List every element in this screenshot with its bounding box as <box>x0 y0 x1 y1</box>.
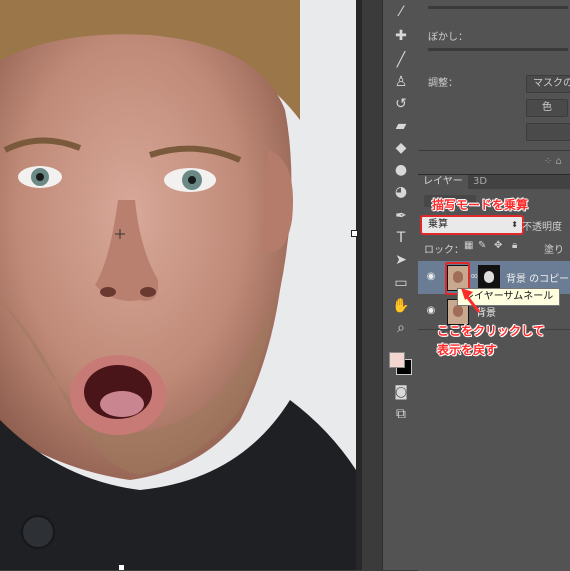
screen-mode-icon[interactable]: ⧉ <box>391 404 411 424</box>
type-icon[interactable]: T <box>391 228 411 248</box>
dodge-icon[interactable]: ◕ <box>391 182 411 202</box>
blur-slider[interactable] <box>428 48 568 51</box>
slider-track[interactable] <box>428 6 568 9</box>
pen-icon[interactable]: ✒ <box>391 206 411 226</box>
eye-icon[interactable]: ◉ <box>424 305 438 317</box>
portrait-photo <box>0 0 356 570</box>
document-canvas[interactable] <box>0 0 356 570</box>
tab-3d[interactable]: 3D <box>468 175 493 189</box>
color-swatch-icon[interactable] <box>389 350 413 376</box>
layers-panel: レイヤー 3D 乗算 ⬍ 不透明度 ロック： ▦ ✎ ✥ 🔒︎ 塗り ◉ ∞ 背… <box>418 174 570 571</box>
tools-panel: ⁄ ✚ ╱ ♙ ↺ ▰ ◆ ● ◕ ✒ T ➤ ▭ ✋ ⌕ ◙ ⧉ <box>382 0 420 570</box>
brush-icon[interactable]: ╱ <box>391 50 411 70</box>
blur-icon[interactable]: ● <box>391 160 411 180</box>
eye-icon[interactable]: ◉ <box>424 271 438 283</box>
quickmask-icon[interactable]: ◙ <box>391 382 411 402</box>
transform-handle[interactable] <box>351 230 358 237</box>
layer-name: 背景 のコピー <box>506 274 570 285</box>
hand-icon[interactable]: ✋ <box>391 296 411 316</box>
tab-layers[interactable]: レイヤー <box>418 175 468 189</box>
paint-bucket-icon[interactable]: ◆ <box>391 138 411 158</box>
history-brush-icon[interactable]: ↺ <box>391 94 411 114</box>
lock-position-icon[interactable]: ✥ <box>494 240 502 251</box>
color-button[interactable]: 色 <box>526 99 568 117</box>
fill-label: 塗り <box>544 245 564 256</box>
path-select-icon[interactable]: ➤ <box>391 250 411 270</box>
panel-options-icon[interactable]: ⁘ ⌂ <box>544 156 562 167</box>
blur-label: ぼかし： <box>428 32 468 43</box>
adjust-label: 調整： <box>428 78 458 89</box>
annotation-click-note-1: ここをクリックして <box>437 324 545 338</box>
healing-icon[interactable]: ✚ <box>391 26 411 46</box>
empty-button[interactable] <box>526 123 570 141</box>
zoom-icon[interactable]: ⌕ <box>391 318 411 338</box>
right-panels: ぼかし： 調整： マスクの 色 ⁘ ⌂ レイヤー 3D 乗算 ⬍ 不透明度 ロッ… <box>418 0 570 571</box>
lock-transparent-icon[interactable]: ▦ <box>464 240 473 251</box>
eyedropper-icon[interactable]: ⁄ <box>391 2 411 22</box>
transform-handle[interactable] <box>118 564 125 570</box>
arrow-annotation <box>461 288 481 313</box>
lock-label: ロック： <box>424 245 464 256</box>
annotation-click-note-2: 表示を戻す <box>437 343 498 357</box>
eraser-icon[interactable]: ▰ <box>391 116 411 136</box>
stamp-icon[interactable]: ♙ <box>391 72 411 92</box>
blend-mode-value: 乗算 <box>428 219 448 230</box>
blend-mode-select[interactable]: 乗算 ⬍ <box>420 215 524 235</box>
opacity-label: 不透明度 <box>522 222 562 233</box>
annotation-blend-note: 描写モードを乗算 <box>432 198 529 212</box>
mask-button[interactable]: マスクの <box>526 75 570 93</box>
workspace-gap <box>362 0 382 570</box>
lock-pixels-icon[interactable]: ✎ <box>478 240 486 251</box>
lock-all-icon[interactable]: 🔒︎ <box>512 240 517 251</box>
rectangle-icon[interactable]: ▭ <box>391 273 411 293</box>
chevron-updown-icon: ⬍ <box>511 220 518 229</box>
